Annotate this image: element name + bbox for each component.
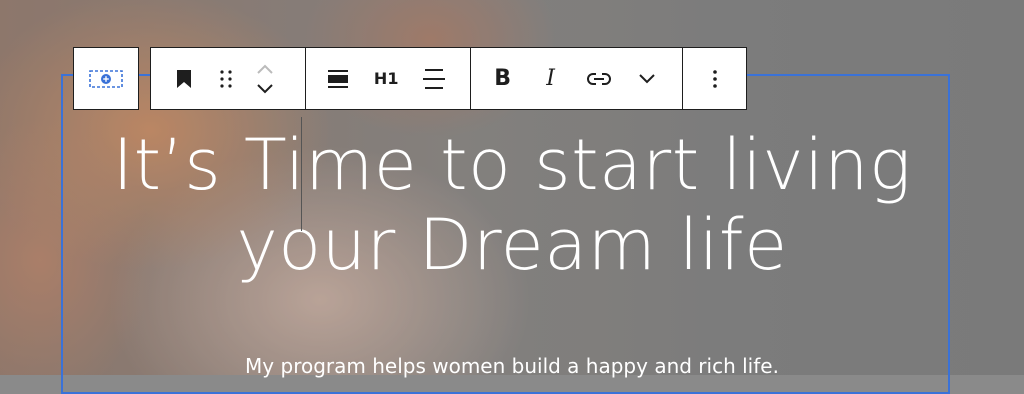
hero-subtext[interactable]: My program helps women build a happy and… (0, 352, 1024, 380)
text-align-button[interactable] (410, 55, 458, 103)
italic-button[interactable]: I (527, 55, 575, 103)
chevron-up-icon (257, 59, 273, 78)
chevron-down-icon (638, 73, 655, 84)
link-button[interactable] (575, 55, 623, 103)
toolbar-group-block (151, 48, 305, 109)
link-icon (586, 72, 612, 86)
hero-heading[interactable]: It’s Time to start living your Dream lif… (40, 125, 984, 285)
block-movers (247, 55, 283, 103)
bold-button[interactable]: B (479, 55, 527, 103)
align-icon (328, 69, 349, 88)
options-button[interactable] (691, 55, 739, 103)
heading-level-button[interactable]: H1 (362, 55, 410, 103)
group-block-icon (89, 69, 123, 88)
drag-handle-button[interactable] (205, 55, 247, 103)
block-align-button[interactable] (314, 55, 362, 103)
more-formatting-button[interactable] (623, 55, 671, 103)
block-toolbar: H1 B I (150, 47, 747, 110)
text-caret (301, 117, 302, 231)
drag-handle-icon (220, 69, 232, 88)
toolbar-group-format: B I (469, 48, 683, 109)
more-vertical-icon (712, 69, 717, 88)
parent-block-toolbar (73, 47, 139, 110)
text-align-icon (423, 68, 446, 89)
block-type-button[interactable] (163, 55, 205, 103)
toolbar-group-heading: H1 (305, 48, 469, 109)
move-down-button[interactable] (257, 79, 273, 99)
select-parent-block-button[interactable] (82, 55, 130, 103)
bookmark-icon (177, 69, 191, 88)
move-up-button[interactable] (257, 59, 273, 79)
toolbar-group-options (682, 48, 746, 109)
chevron-down-icon (257, 79, 273, 98)
